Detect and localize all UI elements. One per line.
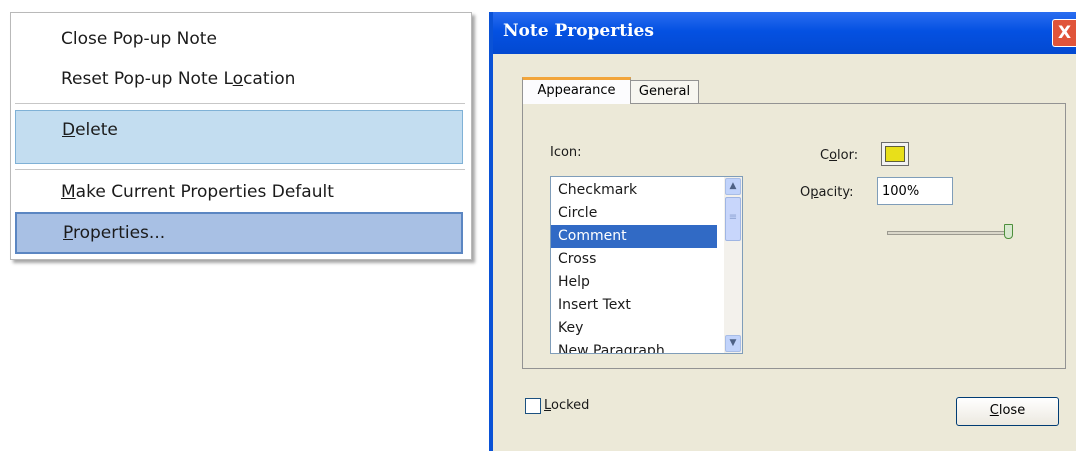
icon-list-item[interactable]: Comment (551, 225, 717, 248)
menu-item-make-current-properties-default[interactable]: Make Current Properties Default (15, 172, 463, 212)
close-button[interactable]: Close (956, 397, 1059, 426)
dialog-title: Note Properties (503, 21, 654, 41)
menu-item-label: Delete (62, 120, 118, 140)
menu-item-label: Properties... (63, 223, 166, 243)
icon-list-item[interactable]: Circle (551, 202, 717, 225)
icon-label: Icon: (550, 145, 582, 160)
icon-list-item[interactable]: Key (551, 317, 717, 340)
opacity-label: Opacity: (800, 185, 854, 200)
icon-list-item[interactable]: Help (551, 271, 717, 294)
note-properties-dialog: Note Properties X Appearance General Ico… (489, 12, 1076, 451)
menu-item-label: Reset Pop-up Note Location (61, 69, 296, 89)
color-label: Color: (820, 148, 859, 163)
grip-icon: ≡ (728, 212, 738, 223)
scroll-down-button[interactable]: ▼ (725, 335, 741, 352)
menu-item-label: Close Pop-up Note (61, 29, 217, 49)
menu-separator (15, 103, 465, 104)
menu-item-label: Make Current Properties Default (61, 182, 334, 202)
opacity-slider-track[interactable] (887, 231, 1013, 235)
color-swatch (885, 146, 905, 162)
title-bar[interactable]: Note Properties X (493, 12, 1076, 54)
scroll-up-button[interactable]: ▲ (725, 178, 741, 195)
close-icon: X (1057, 23, 1072, 43)
context-menu: Close Pop-up Note Reset Pop-up Note Loca… (10, 12, 472, 260)
locked-checkbox[interactable] (525, 398, 541, 414)
tab-general[interactable]: General (630, 80, 699, 104)
icon-list-item[interactable]: Cross (551, 248, 717, 271)
icon-listbox[interactable]: Checkmark Circle Comment Cross Help Insert Te… (550, 176, 743, 354)
menu-item-close-popup-note[interactable]: Close Pop-up Note (15, 19, 463, 59)
scroll-up-icon: ▲ (729, 181, 737, 191)
opacity-slider-thumb[interactable] (1004, 224, 1013, 239)
icon-list-item[interactable]: Insert Text (551, 294, 717, 317)
tab-label: General (638, 84, 691, 99)
color-swatch-button[interactable] (881, 142, 909, 166)
locked-label[interactable]: Locked (544, 398, 589, 413)
icon-list-item[interactable]: New Paragraph (551, 340, 717, 353)
close-window-button[interactable]: X (1052, 19, 1076, 47)
opacity-input[interactable] (877, 177, 953, 205)
menu-item-properties[interactable]: Properties... (15, 212, 463, 254)
icon-list-item[interactable]: Checkmark (551, 179, 717, 202)
menu-separator (15, 169, 465, 170)
listbox-scrollbar[interactable]: ▲ ≡ ▼ (724, 177, 742, 353)
scrollbar-thumb[interactable]: ≡ (725, 197, 741, 241)
tab-appearance[interactable]: Appearance (522, 77, 631, 104)
appearance-panel: Icon: Checkmark Circle Comment Cross Help Ins… (522, 103, 1066, 369)
scroll-down-icon: ▼ (729, 338, 737, 348)
tab-label: Appearance (537, 83, 616, 98)
menu-item-delete[interactable]: Delete (15, 110, 463, 164)
menu-item-reset-popup-note-location[interactable]: Reset Pop-up Note Location (15, 59, 463, 99)
